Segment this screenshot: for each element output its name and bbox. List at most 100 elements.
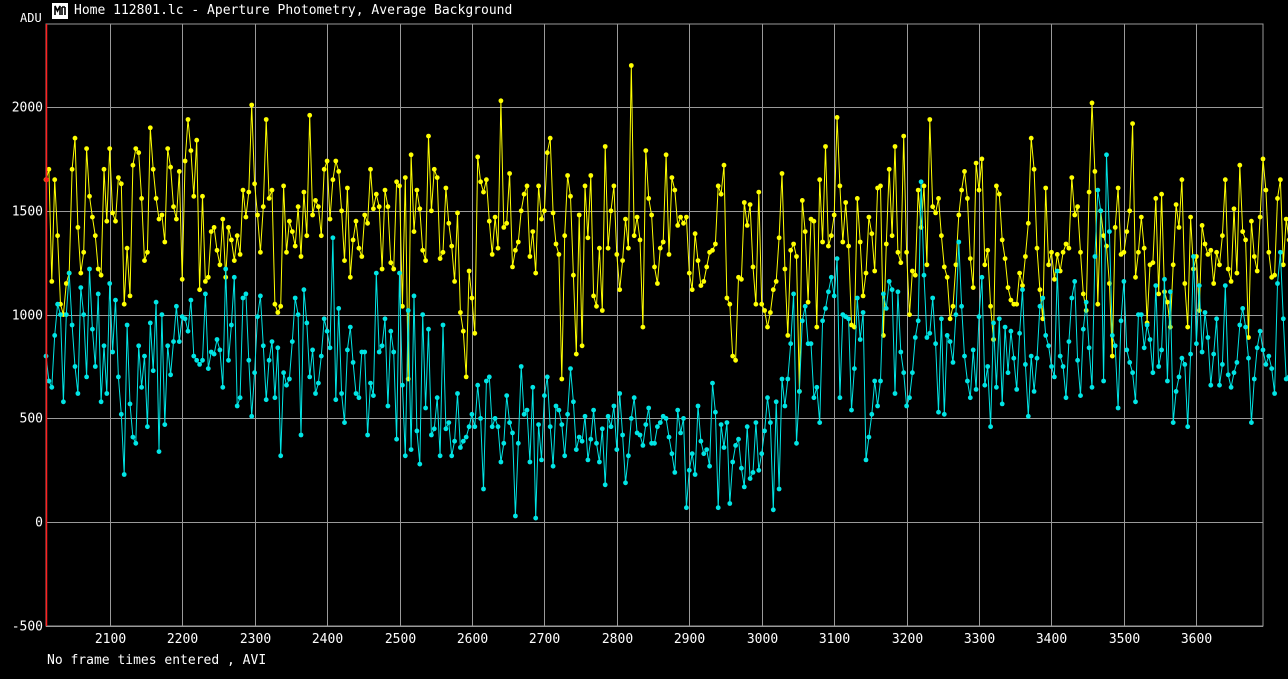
data-point [678, 430, 683, 436]
data-point [304, 233, 310, 239]
y-axis-label: ADU [20, 11, 42, 25]
data-point [1237, 162, 1243, 168]
data-point [611, 403, 617, 409]
data-point [243, 214, 249, 220]
data-point [1214, 249, 1219, 255]
data-point [301, 287, 307, 293]
data-point [620, 432, 625, 438]
data-point [310, 347, 315, 353]
data-point [87, 266, 92, 272]
data-point [559, 422, 565, 427]
data-point [246, 189, 252, 195]
data-point [904, 403, 909, 409]
data-point [1263, 187, 1269, 193]
data-point [510, 430, 515, 436]
data-point [889, 233, 895, 239]
data-point [382, 187, 388, 193]
data-point [373, 270, 379, 276]
data-point [147, 320, 153, 326]
data-point [304, 320, 310, 326]
data-point [275, 310, 281, 315]
data-point [437, 256, 443, 261]
data-point [260, 204, 266, 210]
data-point [782, 403, 788, 409]
data-point [1167, 289, 1173, 295]
x-tick-label: 3200 [892, 632, 923, 647]
data-point [373, 191, 379, 197]
data-point [573, 447, 579, 452]
data-point [744, 223, 750, 228]
data-point [1043, 185, 1049, 191]
data-point [562, 233, 568, 239]
data-point [313, 198, 318, 203]
data-point [55, 301, 60, 307]
data-point [150, 166, 156, 172]
data-point [1263, 362, 1269, 367]
data-point [713, 241, 718, 247]
data-point [710, 247, 715, 253]
data-point [791, 291, 796, 297]
data-point [634, 214, 640, 220]
data-point [147, 125, 153, 131]
data-point [1165, 299, 1170, 305]
light-curve-app-icon[interactable] [52, 3, 68, 19]
x-tick-label: 2200 [167, 632, 198, 647]
data-point [770, 287, 776, 293]
data-point [1008, 297, 1014, 303]
data-point [828, 274, 834, 280]
data-point [814, 384, 820, 390]
data-point [843, 200, 849, 205]
data-point [591, 293, 596, 299]
data-point [678, 214, 683, 220]
data-point [174, 303, 179, 309]
data-point [1031, 389, 1037, 394]
data-point [260, 343, 266, 349]
data-point [1095, 187, 1101, 193]
data-point [1092, 254, 1098, 259]
data-point [1075, 357, 1080, 363]
data-point [547, 135, 553, 141]
data-point [1176, 225, 1182, 230]
data-point [1249, 420, 1254, 425]
data-point [350, 360, 356, 365]
light-curve-plot[interactable]: 2100 2200 2300 2400 2500 2600 2700 2800 2900 3000… [0, 0, 1288, 679]
data-point [191, 353, 197, 359]
data-point [394, 436, 399, 442]
data-point [695, 258, 701, 263]
data-point [81, 249, 87, 255]
data-point [660, 239, 666, 245]
data-point [368, 166, 373, 172]
data-point [1046, 343, 1051, 349]
data-point [1121, 279, 1127, 284]
data-point [808, 341, 814, 347]
data-point [953, 312, 959, 317]
data-point [104, 218, 110, 224]
data-point [507, 171, 512, 176]
data-point [1115, 405, 1121, 411]
data-point [217, 262, 223, 268]
data-point [521, 191, 527, 197]
data-point [594, 303, 599, 309]
data-point [318, 353, 324, 359]
data-point [701, 451, 707, 457]
data-point [388, 328, 394, 334]
data-point [698, 283, 704, 288]
data-point [1025, 413, 1031, 419]
data-point [530, 384, 536, 390]
data-point [1260, 156, 1266, 162]
data-point [336, 169, 342, 174]
data-point [142, 258, 147, 263]
window-title: Home 112801.lc - Aperture Photometry, Av… [74, 3, 513, 18]
data-point [402, 453, 408, 459]
data-point [1080, 291, 1086, 297]
data-point [275, 345, 281, 351]
status-text: No frame times entered , AVI [47, 653, 267, 668]
data-point [255, 314, 260, 320]
data-point [359, 254, 365, 259]
data-point [1075, 204, 1080, 210]
data-point [515, 440, 521, 446]
data-point [814, 324, 820, 330]
data-point [316, 204, 321, 210]
data-point [799, 198, 805, 203]
data-point [985, 247, 991, 253]
